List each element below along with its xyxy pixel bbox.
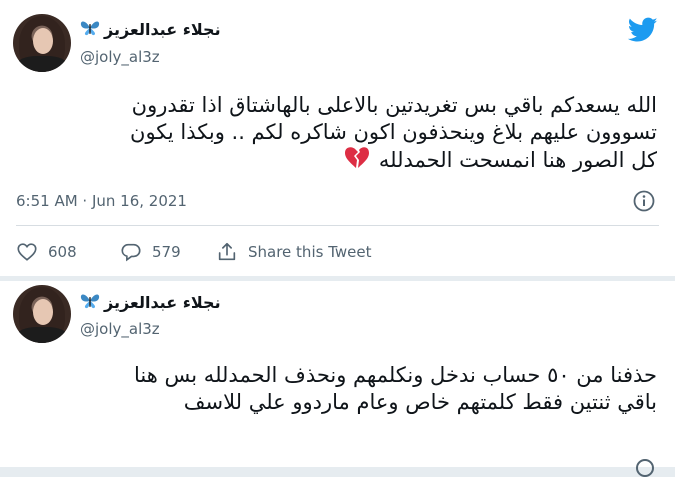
info-icon[interactable] bbox=[636, 459, 654, 477]
share-button[interactable]: Share this Tweet bbox=[216, 241, 371, 263]
tweet-text-line: حذفنا من ٥٠ حساب ندخل ونكلمهم ونحذف الحم… bbox=[134, 363, 657, 387]
display-name-text: نجلاء عبدالعزيز bbox=[104, 293, 221, 312]
heart-icon bbox=[17, 243, 37, 261]
avatar[interactable] bbox=[13, 14, 71, 72]
tweet-text-line: الله يسعدكم باقي بس تغريدتين بالاعلى بال… bbox=[131, 93, 657, 117]
tweet-text: الله يسعدكم باقي بس تغريدتين بالاعلى بال… bbox=[17, 92, 657, 177]
user-handle[interactable]: @joly_al3z bbox=[80, 48, 160, 66]
like-button[interactable]: 608 bbox=[16, 241, 77, 263]
twitter-bird-icon[interactable] bbox=[627, 17, 658, 43]
broken-heart-icon bbox=[344, 146, 370, 177]
reply-button[interactable]: 579 bbox=[120, 241, 181, 263]
divider bbox=[16, 225, 659, 226]
display-name[interactable]: نجلاء عبدالعزيز bbox=[80, 292, 221, 314]
butterfly-icon bbox=[80, 19, 100, 41]
tweet-text-line: تسووون عليهم بلاغ وينحذفون اكون شاكره لك… bbox=[130, 120, 657, 144]
butterfly-icon bbox=[80, 292, 100, 314]
tweet-timestamp[interactable]: 6:51 AM · Jun 16, 2021 bbox=[16, 192, 187, 210]
tweet-text: حذفنا من ٥٠ حساب ندخل ونكلمهم ونحذف الحم… bbox=[17, 362, 657, 416]
display-name-text: نجلاء عبدالعزيز bbox=[104, 20, 221, 39]
tweet-text-line-content: كل الصور هنا انمسحت الحمدلله bbox=[378, 148, 657, 172]
avatar[interactable] bbox=[13, 285, 71, 343]
like-count: 608 bbox=[48, 243, 77, 261]
share-label: Share this Tweet bbox=[248, 243, 372, 261]
reply-count: 579 bbox=[152, 243, 181, 261]
info-icon[interactable] bbox=[633, 190, 655, 212]
display-name[interactable]: نجلاء عبدالعزيز bbox=[80, 19, 221, 41]
share-icon bbox=[218, 242, 236, 261]
tweet-text-line: كل الصور هنا انمسحت الحمدلله bbox=[17, 146, 657, 177]
tweet-text-line: باقي ثنتين فقط كلمتهم خاص وعام ماردوو عل… bbox=[183, 390, 657, 414]
reply-icon bbox=[121, 243, 141, 262]
user-handle[interactable]: @joly_al3z bbox=[80, 320, 160, 338]
